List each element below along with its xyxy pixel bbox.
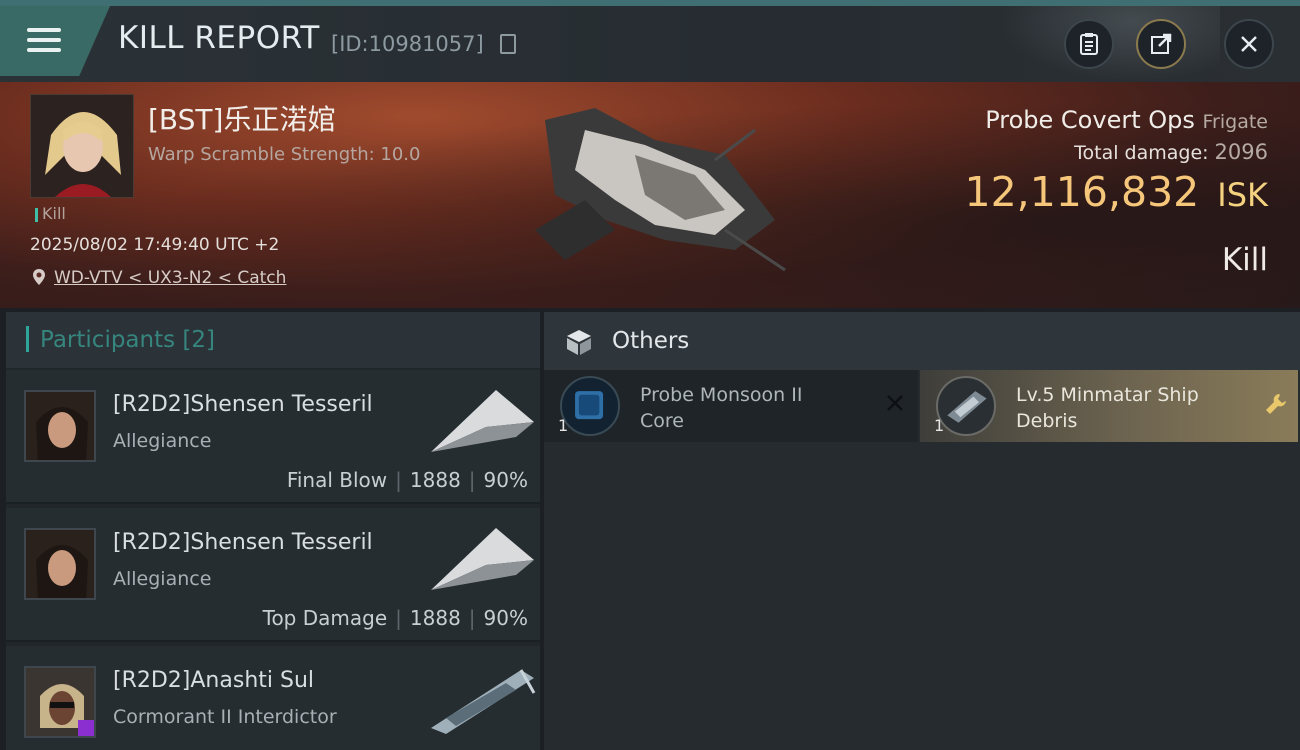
participant-ship-image xyxy=(431,669,536,734)
total-damage-label: Total damage: xyxy=(1074,142,1209,164)
item-quantity: 1 xyxy=(558,416,569,435)
close-button[interactable] xyxy=(1224,19,1274,69)
total-damage: Total damage: 2096 xyxy=(1074,140,1268,164)
kill-tag-marker xyxy=(35,208,38,222)
core-item-icon xyxy=(560,376,620,436)
isk-value: 12,116,832 ISK xyxy=(965,168,1268,216)
stats-divider: | xyxy=(395,468,402,492)
isk-unit: ISK xyxy=(1217,176,1268,214)
participant-role: Top Damage xyxy=(262,606,388,630)
page-title: KILL REPORT xyxy=(118,20,320,56)
kill-tag: Kill xyxy=(42,204,66,223)
kill-datetime: 2025/08/02 17:49:40 UTC +2 xyxy=(30,235,280,255)
location-link[interactable]: WD-VTV < UX3-N2 < Catch xyxy=(54,268,286,288)
victim-ship-image xyxy=(535,108,786,272)
others-title: Others xyxy=(612,328,690,354)
total-damage-value: 2096 xyxy=(1214,140,1268,164)
participant-name: [R2D2]Shensen Tesseril xyxy=(113,392,373,417)
ship-name: Probe Covert Ops xyxy=(985,106,1195,134)
report-id: [ID:10981057] xyxy=(331,32,484,56)
destroyed-x-icon xyxy=(887,395,903,411)
participant-ship: Cormorant II Interdictor xyxy=(113,706,337,728)
result-label: Kill xyxy=(1221,242,1268,278)
victim-ship-name: Probe Covert Ops Frigate xyxy=(985,106,1268,134)
victim-name: [BST]乐正渃婠 xyxy=(148,103,336,136)
item-card[interactable]: 1 Probe Monsoon II Core xyxy=(544,370,918,442)
participant-avatar[interactable] xyxy=(24,390,96,462)
participant-ship: Allegiance xyxy=(113,568,212,590)
item-quantity: 1 xyxy=(934,416,945,435)
others-panel: Others 1 Probe Monsoon II Core 1 Lv.5 Mi… xyxy=(544,312,1300,750)
isk-amount: 12,116,832 xyxy=(964,168,1200,216)
close-icon xyxy=(1241,36,1257,52)
participants-panel: Participants [2] [R2D2]Shensen Tesseril … xyxy=(6,312,540,750)
item-name: Probe Monsoon II Core xyxy=(640,384,803,432)
item-card[interactable]: 1 Lv.5 Minmatar Ship Debris xyxy=(920,370,1298,442)
wrench-icon[interactable] xyxy=(1264,392,1288,416)
participant-damage: 1888 xyxy=(409,606,461,630)
participant-stats: Final Blow | 1888 | 90% xyxy=(287,468,528,492)
clipboard-icon xyxy=(1080,33,1098,55)
participants-header: Participants [2] xyxy=(6,312,540,368)
copy-icon[interactable] xyxy=(500,34,516,54)
ship-class: Frigate xyxy=(1202,111,1268,133)
participant-ship-image xyxy=(431,390,534,452)
participant-ship-image xyxy=(431,528,534,590)
debris-item-icon xyxy=(936,376,996,436)
participant-avatar[interactable] xyxy=(24,666,96,738)
clipboard-button[interactable] xyxy=(1064,19,1114,69)
participant-row[interactable]: [R2D2]Anashti Sul Cormorant II Interdict… xyxy=(6,646,540,750)
participants-title: Participants [2] xyxy=(40,327,215,353)
others-header: Others xyxy=(544,312,1300,370)
item-name: Lv.5 Minmatar Ship Debris xyxy=(1016,384,1199,432)
stats-divider: | xyxy=(395,606,402,630)
participant-name: [R2D2]Shensen Tesseril xyxy=(113,530,373,555)
share-icon xyxy=(1151,33,1172,54)
participants-title-text: Participants xyxy=(40,327,176,353)
participants-count: [2] xyxy=(182,327,216,353)
participant-percent: 90% xyxy=(483,468,528,492)
participant-row[interactable]: [R2D2]Shensen Tesseril Allegiance Final … xyxy=(6,370,540,504)
participant-ship: Allegiance xyxy=(113,430,212,452)
participant-avatar[interactable] xyxy=(24,528,96,600)
participant-role: Final Blow xyxy=(286,468,388,492)
victim-avatar[interactable] xyxy=(30,94,134,198)
cube-icon xyxy=(567,330,591,355)
stats-divider: | xyxy=(468,606,476,630)
stats-divider: | xyxy=(468,468,476,492)
kill-banner: [BST]乐正渃婠 Warp Scramble Strength: 10.0 K… xyxy=(0,82,1300,308)
participant-name: [R2D2]Anashti Sul xyxy=(113,668,315,693)
participant-stats: Top Damage | 1888 | 90% xyxy=(263,606,528,630)
share-button[interactable] xyxy=(1136,19,1186,69)
participant-row[interactable]: [R2D2]Shensen Tesseril Allegiance Top Da… xyxy=(6,508,540,642)
participants-header-marker xyxy=(26,326,29,352)
participant-percent: 90% xyxy=(483,606,528,630)
warp-scramble-strength: Warp Scramble Strength: 10.0 xyxy=(148,144,421,165)
participant-damage: 1888 xyxy=(409,468,461,492)
hamburger-menu-icon[interactable] xyxy=(27,24,63,56)
location-pin-icon xyxy=(33,269,45,285)
